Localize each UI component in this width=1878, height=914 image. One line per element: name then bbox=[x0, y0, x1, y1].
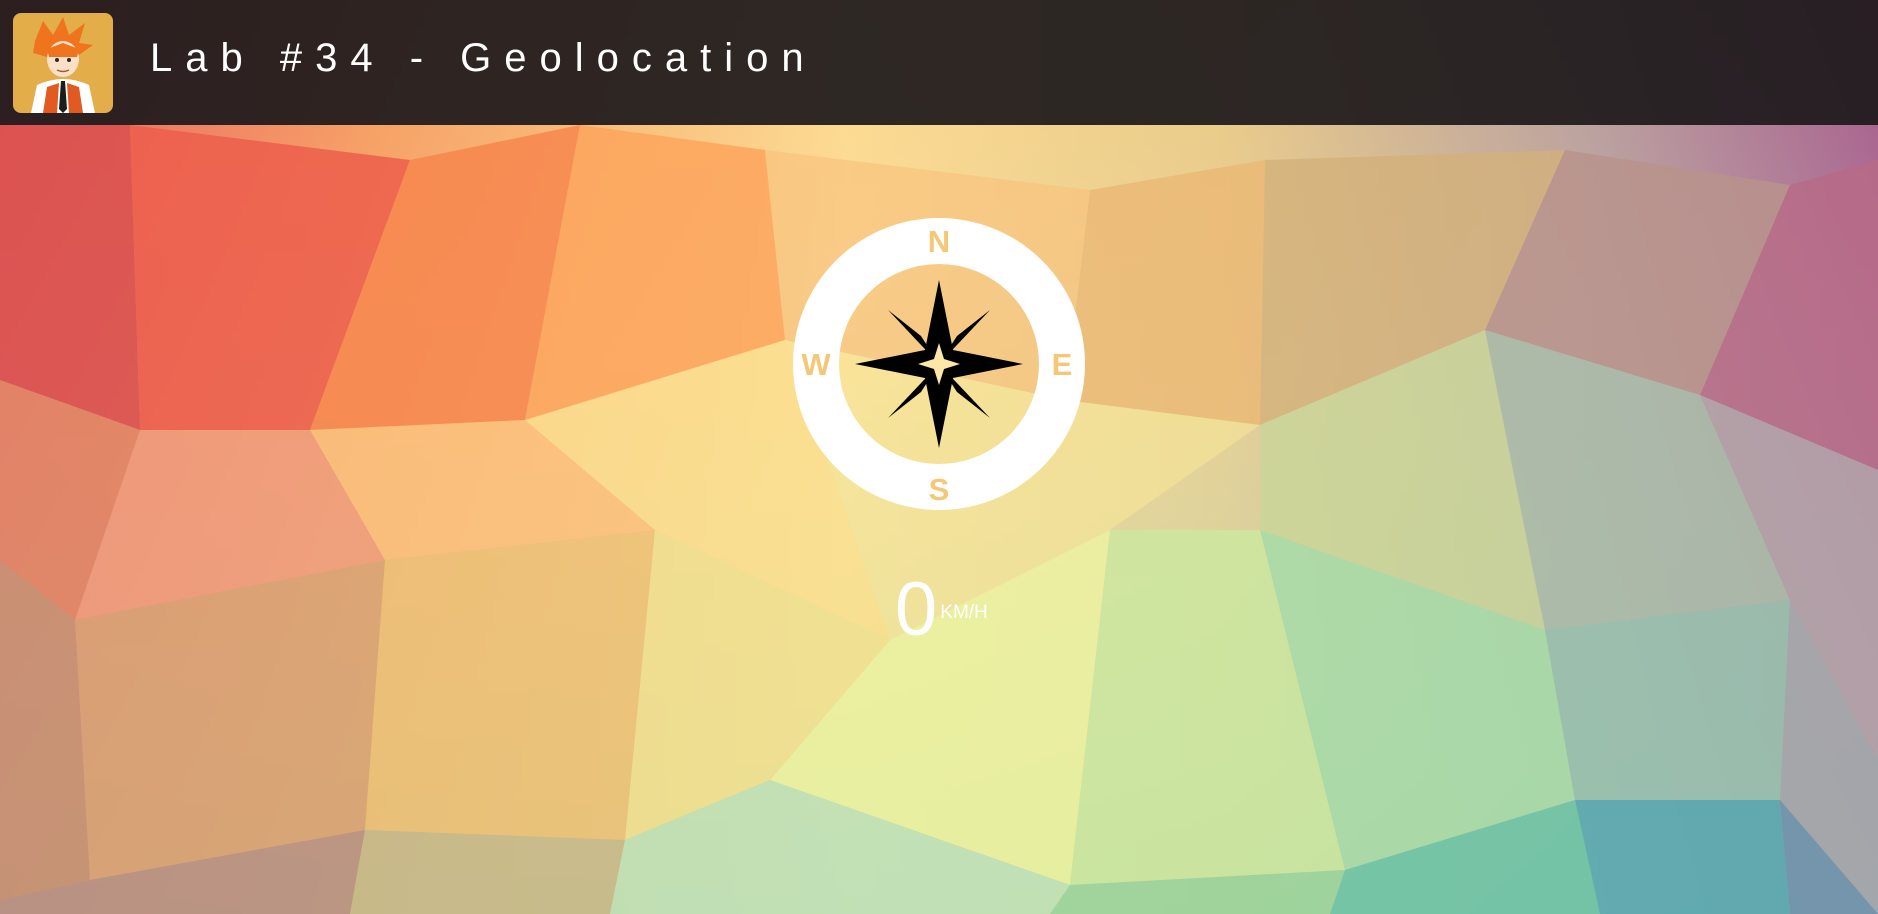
compass-rose-icon: N S W E bbox=[793, 218, 1085, 510]
app-header: Lab #34 - Geolocation bbox=[0, 0, 1878, 125]
speed-value: 0 bbox=[895, 567, 938, 652]
compass-east-label: E bbox=[1052, 347, 1073, 382]
character-avatar-icon bbox=[31, 17, 95, 113]
page-title: Lab #34 - Geolocation bbox=[150, 36, 817, 80]
speed-unit: KM/H bbox=[940, 602, 988, 623]
compass-south-label: S bbox=[929, 472, 950, 507]
speed-readout: 0 KM/H bbox=[895, 572, 988, 648]
avatar bbox=[13, 13, 113, 113]
compass: N S W E bbox=[792, 217, 1086, 511]
compass-west-label: W bbox=[801, 347, 831, 382]
compass-north-label: N bbox=[928, 224, 950, 259]
